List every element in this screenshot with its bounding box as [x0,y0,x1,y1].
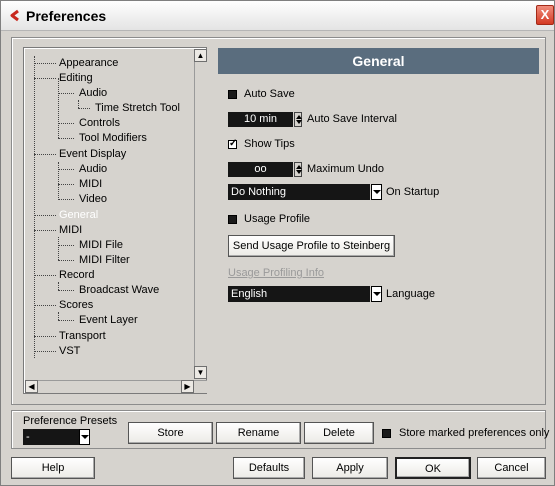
store-marked-checkbox[interactable] [382,429,391,438]
tree-item-broadcast-wave[interactable]: Broadcast Wave [58,283,159,297]
cubase-logo-icon [10,9,19,22]
maximum-undo-field[interactable]: oo [228,162,293,177]
auto-save-interval-spinner[interactable] [294,112,302,127]
scroll-down-button[interactable]: ▼ [194,366,207,379]
auto-save-interval-field[interactable]: 10 min [228,112,293,127]
scroll-up-button[interactable]: ▲ [194,49,207,62]
tree-item-video[interactable]: Video [58,192,107,206]
presets-select[interactable]: - [23,429,79,445]
category-tree: Appearance Editing Audio Time Stretch To… [23,47,207,394]
tree-vertical-scrollbar[interactable]: ▲ ▼ [194,49,207,379]
tree-item-midi-filter[interactable]: MIDI Filter [58,253,130,267]
tree-item-controls[interactable]: Controls [58,116,120,130]
cancel-button[interactable]: Cancel [477,457,546,479]
usage-profile-checkbox[interactable] [228,215,237,224]
apply-button[interactable]: Apply [312,457,388,479]
tree-item-label: Editing [59,72,93,84]
tree-item-record[interactable]: Record [34,268,94,282]
language-select[interactable]: English [228,286,370,302]
tree-item-scores[interactable]: Scores [34,298,93,312]
ok-button[interactable]: OK [395,457,471,479]
title-bar[interactable]: Preferences X [1,1,554,31]
maximum-undo-label: Maximum Undo [307,163,385,175]
tree-item-label: Transport [59,330,106,342]
tree-connector [34,56,35,358]
show-tips-checkbox[interactable] [228,138,237,149]
on-startup-select[interactable]: Do Nothing [228,184,370,200]
tree-item-label: Record [59,269,95,281]
window-title: Preferences [26,8,107,24]
store-marked-label: Store marked preferences only [399,427,550,439]
tree-item-editing-audio[interactable]: Audio [58,86,107,100]
tree-item-label: Event Display [59,148,127,160]
tree-item-label: Scores [59,299,94,311]
auto-save-checkbox[interactable] [228,90,237,99]
tree-item-label: MIDI Filter [79,254,130,266]
chevron-down-icon[interactable] [371,184,382,200]
store-button[interactable]: Store [128,422,213,444]
rename-button[interactable]: Rename [216,422,301,444]
tree-item-label: Broadcast Wave [79,284,160,296]
presets-label: Preference Presets [23,415,118,427]
tree-item-label: Video [79,193,107,205]
language-label: Language [386,288,435,300]
defaults-button[interactable]: Defaults [233,457,305,479]
tree-item-label: Appearance [59,57,119,69]
maximum-undo-spinner[interactable] [294,162,302,177]
tree-item-time-stretch-tool[interactable]: Time Stretch Tool [78,101,180,115]
tree-item-tool-modifiers[interactable]: Tool Modifiers [58,131,147,145]
tree-item-label: Audio [79,87,108,99]
tree-item-editing[interactable]: Editing [34,71,93,85]
tree-item-appearance[interactable]: Appearance [34,56,118,70]
tree-item-label: Controls [79,117,120,129]
panel-title: General [218,48,539,74]
delete-button[interactable]: Delete [304,422,374,444]
tree-item-label: Tool Modifiers [79,132,147,144]
tree-item-event-midi[interactable]: MIDI [58,177,102,191]
usage-profile-label: Usage Profile [244,213,311,225]
tree-item-label: Event Layer [79,314,138,326]
show-tips-label: Show Tips [244,138,295,150]
tree-item-label: MIDI File [79,239,123,251]
send-usage-profile-button[interactable]: Send Usage Profile to Steinberg [228,235,395,257]
scroll-left-button[interactable]: ◀ [25,380,38,393]
tree-item-label: Time Stretch Tool [95,102,180,114]
tree-item-event-display[interactable]: Event Display [34,147,126,161]
tree-item-vst[interactable]: VST [34,344,80,358]
preferences-window: Preferences X Appearance Editing Audio T… [0,0,555,486]
close-button[interactable]: X [536,5,554,25]
auto-save-label: Auto Save [244,88,295,100]
tree-item-label: VST [59,345,81,357]
tree-item-event-layer[interactable]: Event Layer [58,313,138,327]
tree-item-label: MIDI [59,224,83,236]
tree-item-label: General [59,209,99,221]
tree-item-transport[interactable]: Transport [34,329,106,343]
help-button[interactable]: Help [11,457,95,479]
chevron-down-icon[interactable] [371,286,382,302]
tree-item-midi[interactable]: MIDI [34,223,82,237]
tree-item-general[interactable]: General [34,208,98,222]
tree-item-label: MIDI [79,178,103,190]
chevron-down-icon[interactable] [79,429,90,445]
tree-item-midi-file[interactable]: MIDI File [58,238,123,252]
usage-profiling-info-link[interactable]: Usage Profiling Info [228,267,324,279]
scroll-right-button[interactable]: ▶ [181,380,194,393]
on-startup-label: On Startup [386,186,440,198]
tree-item-label: Audio [79,163,108,175]
tree-horizontal-scrollbar[interactable]: ◀ ▶ [25,380,207,393]
tree-item-event-audio[interactable]: Audio [58,162,107,176]
auto-save-interval-label: Auto Save Interval [307,113,397,125]
